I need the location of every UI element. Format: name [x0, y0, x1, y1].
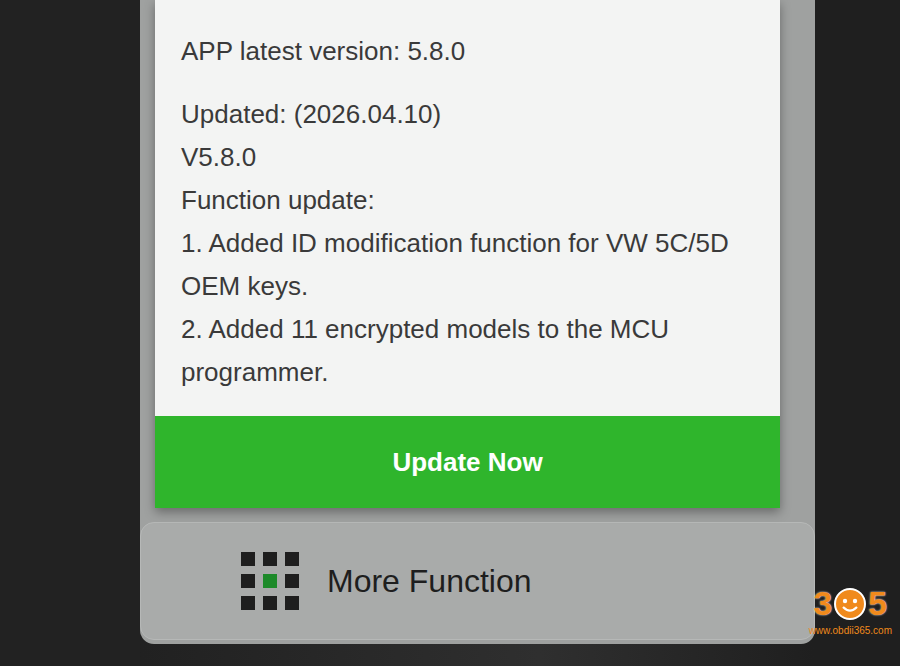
dialog-line: APP latest version: 5.8.0	[181, 30, 754, 73]
update-dialog: APP latest version: 5.8.0 Updated: (2026.…	[155, 0, 780, 508]
menu-item[interactable]: More Function	[140, 522, 815, 640]
logo-digit: 5	[868, 584, 887, 623]
dialog-line: V5.8.0	[181, 136, 754, 179]
logo-digit: 3	[813, 584, 832, 623]
watermark-url: www.obdii365.com	[809, 625, 892, 636]
watermark-logo: 35	[813, 584, 887, 623]
menu-label: More Function	[327, 563, 532, 600]
dialog-line: 1. Added ID modification function for VW…	[181, 222, 754, 308]
update-now-button[interactable]: Update Now	[155, 416, 780, 508]
smiley-icon	[833, 587, 867, 621]
dialog-paragraph: Updated: (2026.04.10)V5.8.0Function upda…	[181, 93, 754, 394]
grid-icon	[241, 552, 299, 610]
dialog-line: Function update:	[181, 179, 754, 222]
right-bezel	[815, 0, 900, 666]
dialog-line: 2. Added 11 encrypted models to the MCU …	[181, 308, 754, 394]
dialog-paragraph: APP latest version: 5.8.0	[181, 30, 754, 73]
watermark: 35 www.obdii365.com	[809, 584, 892, 636]
device-photo: More Function APP latest version: 5.8.0 Up…	[0, 0, 900, 666]
left-bezel	[0, 0, 140, 666]
dialog-body: APP latest version: 5.8.0 Updated: (2026.…	[155, 0, 780, 416]
device-screen: More Function APP latest version: 5.8.0 Up…	[140, 0, 815, 644]
dialog-line: Updated: (2026.04.10)	[181, 93, 754, 136]
